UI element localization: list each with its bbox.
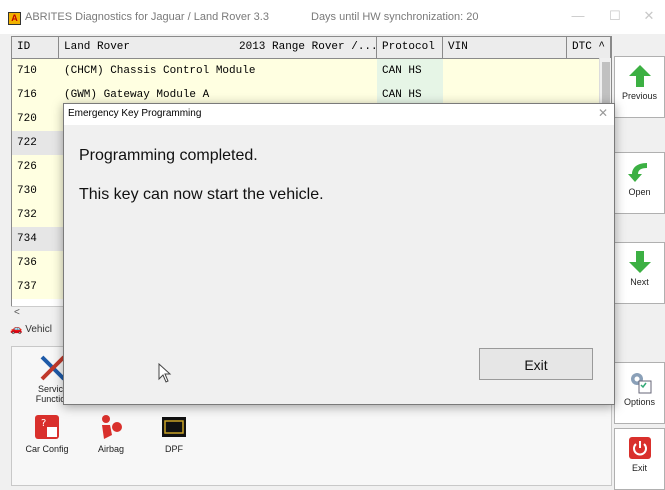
table-header: ID Land Rover 2013 Range Rover /... Prot… (12, 37, 611, 59)
arrow-down-icon (628, 251, 651, 273)
dialog-close-button[interactable]: ✕ (598, 106, 608, 120)
vehicle-tab-label: Vehicl (25, 324, 52, 335)
svg-text:?: ? (41, 418, 46, 429)
previous-button[interactable]: Previous (614, 56, 665, 118)
dialog-exit-button[interactable]: Exit (479, 348, 593, 380)
open-arrow-icon (627, 163, 647, 182)
dpf-tile[interactable]: DPF (149, 413, 199, 463)
emergency-key-dialog: Emergency Key Programming ✕ Programming … (63, 103, 615, 405)
previous-label: Previous (621, 91, 657, 101)
cell-id: 716 (17, 89, 37, 101)
open-label: Open (628, 187, 651, 197)
cell-protocol: CAN HS (377, 59, 443, 83)
exit-app-button[interactable]: Exit (614, 428, 665, 490)
arrow-up-icon (628, 65, 651, 87)
dialog-title: Emergency Key Programming (68, 108, 202, 119)
car-config-icon: ? (35, 415, 59, 439)
completion-message: Programming completed. (79, 147, 258, 164)
exit-label: Exit (631, 463, 647, 473)
horizontal-scrollbar[interactable]: < (11, 306, 69, 321)
car-icon: 🚗 (10, 324, 23, 335)
close-window-button[interactable]: ✕ (637, 6, 661, 26)
cell-id: 726 (17, 161, 37, 173)
maximize-button[interactable]: ☐ (603, 6, 627, 26)
next-button[interactable]: Next (614, 242, 665, 304)
airbag-icon (102, 415, 122, 439)
abrites-logo-icon: A (8, 12, 21, 25)
mouse-cursor-icon (158, 363, 172, 383)
window-title: ABRITES Diagnostics for Jaguar / Land Ro… (25, 11, 269, 23)
info-message: This key can now start the vehicle. (79, 186, 324, 203)
airbag-label: Airbag (97, 444, 124, 454)
dpf-label: DPF (165, 444, 183, 454)
power-icon (628, 437, 651, 459)
cell-id: 730 (17, 185, 37, 197)
settings-checklist-icon (630, 373, 651, 394)
cell-id: 732 (17, 209, 37, 221)
header-dtc[interactable]: DTC ^ (567, 37, 611, 58)
vehicle-tab[interactable]: 🚗 Vehicl (10, 324, 68, 344)
minimize-button[interactable]: — (566, 6, 590, 26)
open-button[interactable]: Open (614, 152, 665, 214)
header-model[interactable]: 2013 Range Rover /... (234, 37, 377, 58)
cell-id: 720 (17, 113, 37, 125)
dialog-title-bar: Emergency Key Programming ✕ (64, 104, 614, 125)
cell-id: 736 (17, 257, 37, 269)
sync-status-text: Days until HW synchronization: 20 (311, 11, 479, 23)
title-bar: A ABRITES Diagnostics for Jaguar / Land … (0, 0, 665, 34)
header-protocol[interactable]: Protocol (377, 37, 443, 58)
header-id[interactable]: ID (12, 37, 59, 58)
cell-id: 710 (17, 65, 37, 77)
options-button[interactable]: Options (614, 362, 665, 424)
next-label: Next (630, 277, 649, 287)
cell-id: 737 (17, 281, 37, 293)
table-row[interactable]: 710 (CHCM) Chassis Control Module CAN HS (12, 59, 600, 83)
cell-id: 734 (17, 233, 37, 245)
options-label: Options (623, 397, 656, 407)
cell-id: 722 (17, 137, 37, 149)
car-config-label: Car Config (25, 444, 69, 454)
airbag-tile[interactable]: Airbag (86, 413, 136, 463)
scroll-left-arrow[interactable]: < (14, 307, 20, 318)
header-make[interactable]: Land Rover (59, 37, 234, 58)
header-vin[interactable]: VIN (443, 37, 567, 58)
car-config-tile[interactable]: ? Car Config (18, 413, 76, 463)
right-sidebar: Previous Open Next Options Exit (614, 36, 665, 490)
cell-module-name: (CHCM) Chassis Control Module (64, 65, 256, 77)
dpf-icon (162, 417, 186, 437)
